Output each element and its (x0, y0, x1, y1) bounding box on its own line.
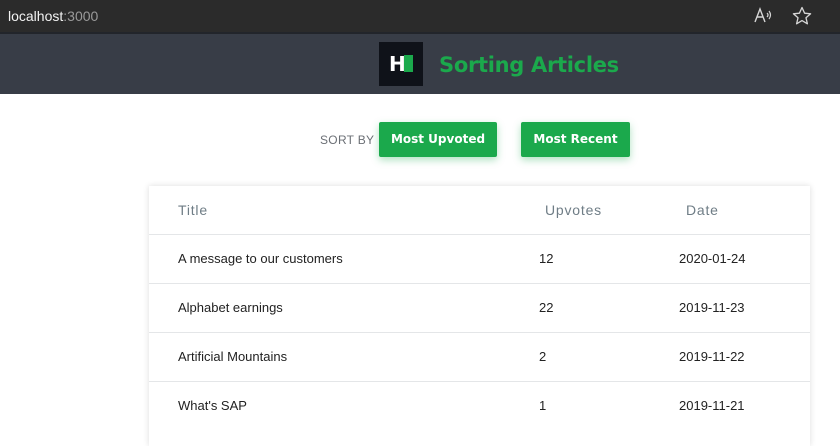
hackerrank-logo: H (379, 42, 423, 86)
table-row: What's SAP 1 2019-11-21 (149, 381, 810, 430)
article-date: 2019-11-21 (679, 398, 745, 413)
address-bar[interactable]: localhost:3000 (8, 7, 98, 25)
article-title: What's SAP (178, 398, 247, 413)
sort-by-label: SORT BY (320, 133, 375, 147)
article-date: 2019-11-23 (679, 300, 745, 315)
table-row: Artificial Mountains 2 2019-11-22 (149, 332, 810, 381)
most-upvoted-button[interactable]: Most Upvoted (379, 122, 497, 157)
table-row: A message to our customers 12 2020-01-24 (149, 234, 810, 283)
browser-toolbar: localhost:3000 (0, 0, 840, 32)
page-title: Sorting Articles (439, 53, 619, 77)
article-upvotes: 22 (539, 300, 554, 315)
logo-green-block (404, 55, 413, 72)
article-upvotes: 2 (539, 349, 547, 364)
article-date: 2020-01-24 (679, 251, 746, 266)
column-header-upvotes: Upvotes (545, 202, 602, 218)
article-title: A message to our customers (178, 251, 343, 266)
article-title: Artificial Mountains (178, 349, 288, 364)
article-date: 2019-11-22 (679, 349, 745, 364)
articles-table: Title Upvotes Date A message to our cust… (149, 186, 810, 446)
app-header: H Sorting Articles (0, 32, 840, 94)
article-title: Alphabet earnings (178, 300, 283, 315)
url-port: :3000 (63, 8, 99, 24)
article-upvotes: 12 (539, 251, 554, 266)
read-aloud-icon[interactable] (752, 5, 774, 27)
most-recent-button[interactable]: Most Recent (521, 122, 630, 157)
favorite-star-icon[interactable] (791, 5, 813, 27)
url-host: localhost (8, 8, 64, 24)
table-row: Alphabet earnings 22 2019-11-23 (149, 283, 810, 332)
column-header-title: Title (178, 202, 208, 218)
column-header-date: Date (686, 202, 719, 218)
article-upvotes: 1 (539, 398, 547, 413)
